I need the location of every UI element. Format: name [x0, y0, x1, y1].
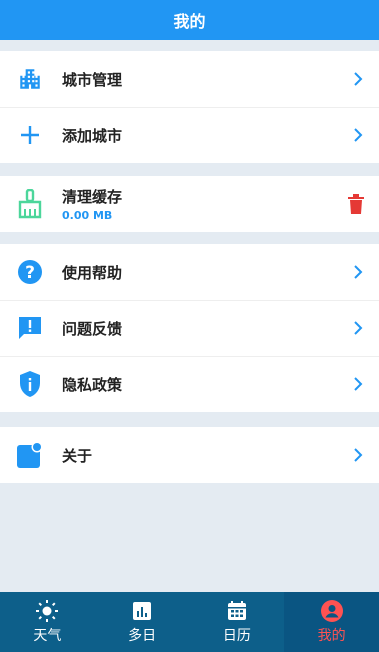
- privacy-label: 隐私政策: [62, 375, 123, 394]
- chevron-right-icon: [351, 448, 365, 462]
- about-item[interactable]: 关于: [0, 427, 379, 483]
- info-group: ? 使用帮助 问题反馈 隐私政策: [0, 244, 379, 412]
- city-group: 城市管理 添加城市: [0, 51, 379, 163]
- feedback-icon: [16, 314, 44, 342]
- cache-size: 0.00 MB: [62, 209, 113, 222]
- cache-group: 清理缓存 0.00 MB: [0, 176, 379, 232]
- chevron-right-icon: [351, 377, 365, 391]
- tab-mine-label: 我的: [317, 628, 346, 644]
- add-city-label: 添加城市: [62, 126, 123, 145]
- city-management-item[interactable]: 城市管理: [0, 51, 379, 107]
- chevron-right-icon: [351, 72, 365, 86]
- tab-mine[interactable]: 我的: [284, 592, 379, 652]
- tab-calendar[interactable]: 日历: [190, 592, 285, 652]
- tab-weather[interactable]: 天气: [0, 592, 95, 652]
- chevron-right-icon: [351, 128, 365, 142]
- help-item[interactable]: ? 使用帮助: [0, 244, 379, 300]
- page-title: 我的: [0, 0, 379, 40]
- trash-icon[interactable]: [347, 193, 367, 215]
- about-icon: [16, 441, 44, 469]
- help-label: 使用帮助: [62, 263, 123, 282]
- plus-icon: [16, 121, 44, 149]
- tab-multi-day-label: 多日: [128, 628, 157, 644]
- svg-text:?: ?: [25, 263, 35, 283]
- privacy-item[interactable]: 隐私政策: [0, 356, 379, 412]
- city-management-label: 城市管理: [62, 70, 123, 89]
- city-building-icon: [16, 65, 44, 93]
- about-group: 关于: [0, 427, 379, 483]
- broom-icon: [16, 189, 44, 219]
- about-label: 关于: [62, 446, 93, 465]
- tab-calendar-label: 日历: [222, 628, 251, 644]
- add-city-item[interactable]: 添加城市: [0, 107, 379, 163]
- clear-cache-label: 清理缓存: [62, 188, 123, 206]
- chevron-right-icon: [351, 265, 365, 279]
- clear-cache-item[interactable]: 清理缓存 0.00 MB: [0, 176, 379, 232]
- privacy-shield-icon: [16, 370, 44, 398]
- tab-weather-label: 天气: [33, 628, 62, 644]
- help-icon: ?: [16, 258, 44, 286]
- tab-multi-day[interactable]: 多日: [95, 592, 190, 652]
- chevron-right-icon: [351, 321, 365, 335]
- feedback-item[interactable]: 问题反馈: [0, 300, 379, 356]
- sun-icon: [36, 600, 59, 622]
- calendar-icon: [227, 601, 246, 620]
- bottom-tab-bar: 天气 多日 日历 我的: [0, 592, 379, 652]
- chart-icon: [133, 602, 152, 620]
- feedback-label: 问题反馈: [62, 319, 123, 338]
- user-icon: [320, 600, 343, 622]
